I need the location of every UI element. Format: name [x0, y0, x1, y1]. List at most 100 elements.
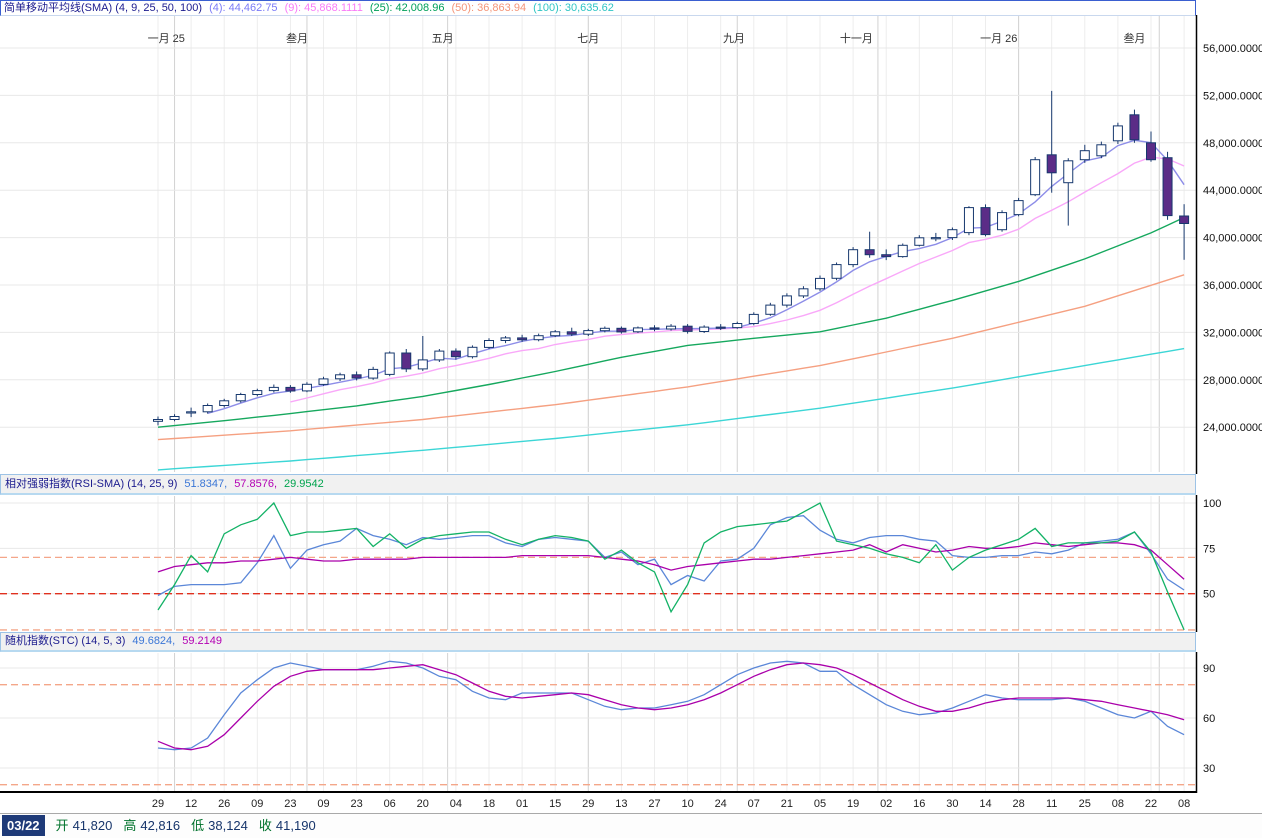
- sma50-line: [158, 275, 1184, 440]
- candle-down: [1147, 143, 1156, 160]
- indicator-value: 49.6824,: [132, 635, 175, 647]
- candle-up: [584, 331, 593, 335]
- candle-down: [1047, 155, 1056, 173]
- svg-text:75: 75: [1203, 543, 1215, 555]
- svg-text:23: 23: [284, 798, 296, 810]
- stc-title: 随机指数(STC) (14, 5, 3): [5, 635, 125, 647]
- indicator-value: (100): 30,635.62: [533, 2, 614, 14]
- svg-text:18: 18: [483, 798, 495, 810]
- candle-up: [667, 326, 676, 329]
- candle-down: [567, 332, 576, 334]
- vertical-gridlines: [158, 653, 1184, 791]
- status-bar: 03/22开41,820高42,816低38,124收41,190: [0, 813, 1262, 838]
- svg-text:01: 01: [516, 798, 528, 810]
- candle-up: [485, 341, 494, 348]
- svg-text:23: 23: [350, 798, 362, 810]
- candle-up: [336, 375, 345, 379]
- candle-up: [766, 305, 775, 314]
- candle-down: [1130, 115, 1139, 140]
- candle-down: [683, 326, 692, 331]
- candle-down: [518, 338, 527, 340]
- candle-up: [435, 351, 444, 360]
- svg-text:60: 60: [1203, 713, 1215, 725]
- svg-text:04: 04: [450, 798, 462, 810]
- candle-up: [931, 238, 940, 239]
- candle-down: [650, 328, 659, 329]
- svg-text:十一月: 十一月: [840, 31, 873, 45]
- candle-up: [468, 347, 477, 356]
- svg-text:32,000.0000: 32,000.0000: [1203, 327, 1262, 339]
- candles: [154, 91, 1189, 426]
- svg-text:29: 29: [582, 798, 594, 810]
- svg-text:09: 09: [317, 798, 329, 810]
- indicator-value: (25): 42,008.96: [370, 2, 445, 14]
- candle-down: [865, 250, 874, 255]
- svg-text:15: 15: [549, 798, 561, 810]
- indicator-value: 57.8576,: [234, 478, 277, 490]
- svg-text:26: 26: [218, 798, 230, 810]
- candle-up: [964, 208, 973, 233]
- %D-line: [158, 663, 1184, 750]
- stc-values: 49.6824,59.2149: [125, 635, 222, 647]
- sma-values: (4): 44,462.75(9): 45,868.1111(25): 42,0…: [202, 2, 614, 14]
- indicator-value: (4): 44,462.75: [209, 2, 278, 14]
- candle-down: [451, 351, 460, 357]
- svg-text:一月 26: 一月 26: [980, 33, 1017, 45]
- sma100-line: [158, 349, 1184, 470]
- rsi-title: 相对强弱指数(RSI-SMA) (14, 25, 9): [5, 478, 177, 490]
- svg-text:叁月: 叁月: [1123, 31, 1145, 45]
- candle-up: [915, 238, 924, 246]
- ohlc-value: 41,820: [73, 818, 113, 833]
- candle-up: [385, 353, 394, 374]
- ohlc-value: 38,124: [208, 818, 248, 833]
- bottom-axis: 2912260923092306200418011529132710240721…: [0, 793, 1262, 813]
- main-chart[interactable]: 56,000.000052,000.000048,000.000044,000.…: [0, 15, 1262, 474]
- candle-down: [402, 353, 411, 369]
- candle-up: [1031, 160, 1040, 195]
- svg-text:28: 28: [1012, 798, 1024, 810]
- rsi-header: 相对强弱指数(RSI-SMA) (14, 25, 9)51.8347,57.85…: [0, 474, 1196, 495]
- date-labels: 2912260923092306200418011529132710240721…: [152, 798, 1190, 810]
- candle-up: [220, 401, 229, 406]
- candle-down: [352, 375, 361, 378]
- svg-text:13: 13: [615, 798, 627, 810]
- price-axis-labels: 56,000.000052,000.000048,000.000044,000.…: [1203, 43, 1262, 434]
- RSI(14)-line: [158, 516, 1184, 596]
- svg-text:05: 05: [814, 798, 826, 810]
- candle-up: [236, 395, 245, 401]
- svg-text:50: 50: [1203, 589, 1215, 601]
- svg-text:30: 30: [1203, 763, 1215, 775]
- vertical-gridlines: [158, 16, 1184, 472]
- candle-up: [1080, 151, 1089, 160]
- candle-up: [1064, 161, 1073, 183]
- svg-text:08: 08: [1178, 798, 1190, 810]
- svg-text:07: 07: [748, 798, 760, 810]
- status-ohlc: 开41,820高42,816低38,124收41,190: [45, 818, 316, 833]
- svg-text:10: 10: [681, 798, 693, 810]
- svg-text:27: 27: [648, 798, 660, 810]
- candle-up: [849, 250, 858, 265]
- svg-text:叁月: 叁月: [286, 31, 308, 45]
- ohlc-label: 高: [123, 818, 136, 833]
- svg-text:30: 30: [946, 798, 958, 810]
- candle-up: [600, 328, 609, 330]
- svg-text:40,000.0000: 40,000.0000: [1203, 233, 1262, 245]
- svg-text:21: 21: [781, 798, 793, 810]
- svg-text:25: 25: [1079, 798, 1091, 810]
- svg-text:09: 09: [251, 798, 263, 810]
- value-gridlines: [0, 503, 1196, 594]
- stc-chart[interactable]: 906030: [0, 652, 1262, 793]
- candle-down: [882, 255, 891, 257]
- svg-text:48,000.0000: 48,000.0000: [1203, 138, 1262, 150]
- svg-text:24,000.0000: 24,000.0000: [1203, 422, 1262, 434]
- candle-up: [203, 406, 212, 412]
- svg-text:52,000.0000: 52,000.0000: [1203, 90, 1262, 102]
- candle-up: [253, 391, 262, 395]
- svg-text:14: 14: [979, 798, 991, 810]
- candle-up: [187, 412, 196, 413]
- RSI(9)-line: [158, 503, 1184, 630]
- rsi-chart[interactable]: 1007550: [0, 495, 1262, 632]
- sma-header: 简单移动平均线(SMA) (4, 9, 25, 50, 100)(4): 44,…: [0, 0, 1196, 16]
- candle-up: [898, 245, 907, 256]
- ohlc-label: 收: [259, 818, 272, 833]
